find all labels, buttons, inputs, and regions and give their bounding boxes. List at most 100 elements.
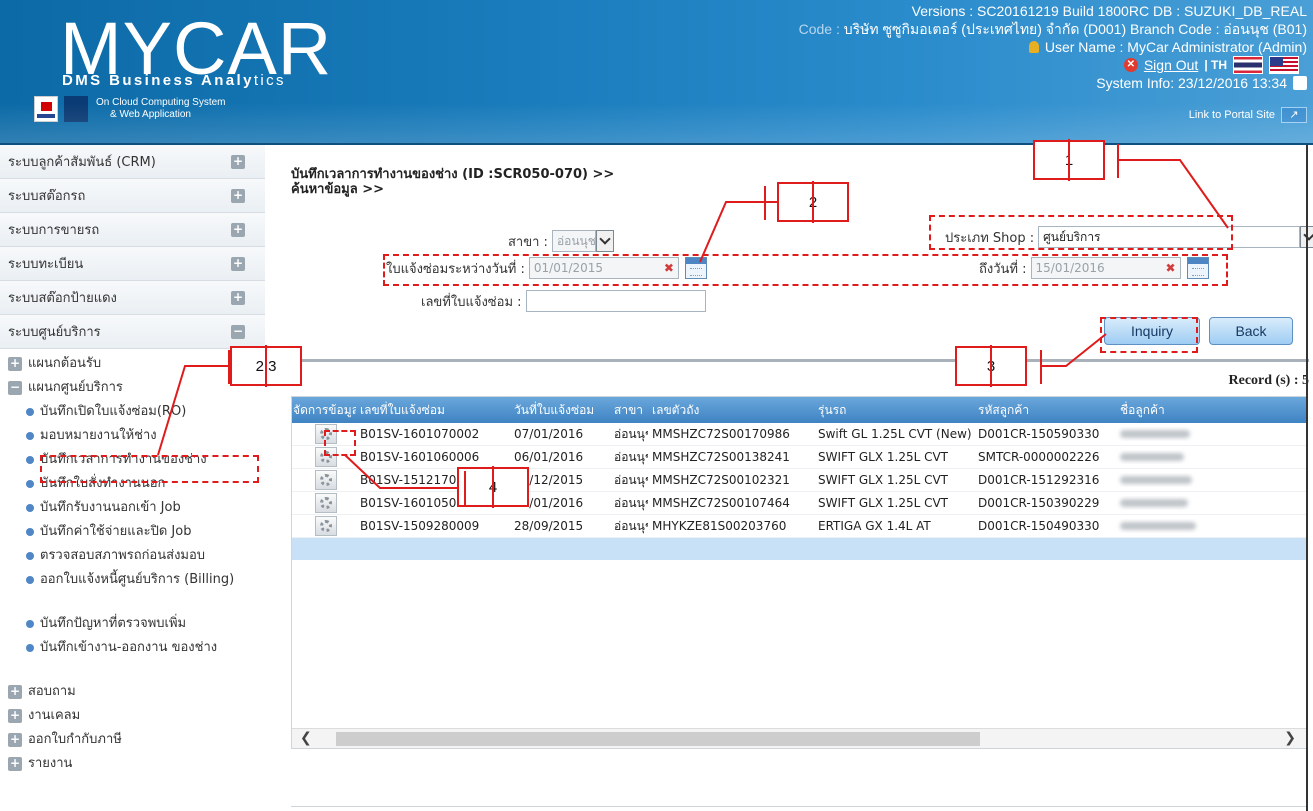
col-header[interactable]: จัดการข้อมูล: [292, 401, 356, 420]
tree-item-reports[interactable]: + รายงาน: [0, 755, 265, 779]
customer-name-redacted: [1116, 519, 1296, 533]
page-border: [1306, 145, 1308, 811]
app-header: MYCAR DMS Business Analytics On Cloud Co…: [0, 0, 1313, 145]
user-icon: [1028, 41, 1039, 53]
expand-icon[interactable]: +: [231, 189, 245, 203]
portal-link-icon[interactable]: ↗: [1281, 107, 1307, 123]
col-header[interactable]: ชื่อลูกค้า: [1116, 401, 1296, 420]
col-header[interactable]: เลขตัวถัง: [648, 401, 814, 420]
col-header[interactable]: สาขา: [610, 401, 648, 420]
sidebar-section-registration[interactable]: ระบบทะเบียน +: [0, 247, 265, 281]
scrollbar-thumb[interactable]: [336, 732, 980, 746]
col-header[interactable]: เลขที่ใบแจ้งซ่อม: [356, 401, 510, 420]
tree-link-assign-job[interactable]: มอบหมายงานให้ช่าง: [0, 427, 265, 451]
horizontal-scrollbar[interactable]: ❮ ❯: [292, 728, 1306, 748]
portal-row[interactable]: Link to Portal Site ↗: [799, 106, 1307, 124]
record-count: Record (s) : 5: [1228, 373, 1309, 388]
highlight-gear: [324, 430, 356, 456]
callout-2: 2: [777, 181, 849, 223]
chevron-left-icon[interactable]: ❮: [300, 731, 312, 745]
us-flag-icon[interactable]: [1269, 56, 1299, 74]
bullet-icon: [26, 576, 34, 584]
page-title: บันทึกเวลาการทำงานของช่าง (ID :SCR050-07…: [291, 167, 615, 197]
tree-link-open-ro[interactable]: บันทึกเปิดใบแจ้งซ่อม(RO): [0, 403, 265, 427]
thai-flag-icon[interactable]: [1233, 56, 1263, 74]
table-row[interactable]: B01SV-1512170008 17/12/2015 อ่อนนุช MMSH…: [292, 469, 1306, 492]
tree-item-service-dept[interactable]: − แผนกศูนย์บริการ: [0, 379, 265, 403]
partner-logo-icon: [64, 96, 88, 122]
grid-header: จัดการข้อมูล เลขที่ใบแจ้งซ่อม วันที่ใบแจ…: [292, 397, 1306, 423]
expand-icon[interactable]: +: [8, 357, 22, 371]
version-info: Versions : SC20161219 Build 1800RC DB : …: [911, 3, 1307, 19]
table-row[interactable]: B01SV-1509280009 28/09/2015 อ่อนนุช MHYK…: [292, 515, 1306, 538]
tree-item-inquiry[interactable]: + สอบถาม: [0, 683, 265, 707]
table-row[interactable]: B01SV-1601070002 07/01/2016 อ่อนนุช MMSH…: [292, 423, 1306, 446]
expand-icon[interactable]: +: [8, 685, 22, 699]
bullet-icon: [26, 528, 34, 536]
sidebar-section-sales[interactable]: ระบบการขายรถ +: [0, 213, 265, 247]
bullet-icon: [26, 644, 34, 652]
highlight-shop-type: [929, 215, 1233, 250]
tree-link-billing[interactable]: ออกใบแจ้งหนี้ศูนย์บริการ (Billing): [0, 571, 265, 615]
col-header[interactable]: รหัสลูกค้า: [974, 401, 1116, 420]
table-row[interactable]: B01SV-1601060006 06/01/2016 อ่อนนุช MMSH…: [292, 446, 1306, 469]
ro-number-input[interactable]: [525, 290, 706, 312]
cloud-caption: On Cloud Computing System & Web Applicat…: [96, 97, 226, 120]
user-info: User Name : MyCar Administrator (Admin): [799, 38, 1307, 56]
callout-2-3: 2.3: [230, 345, 302, 387]
sign-out-link[interactable]: Sign Out: [1144, 56, 1198, 74]
bullet-icon: [26, 432, 34, 440]
expand-icon[interactable]: +: [231, 155, 245, 169]
app-tagline: DMS Business Analytics: [62, 72, 286, 89]
sidebar-section-car-stock[interactable]: ระบบสต๊อกรถ +: [0, 179, 265, 213]
tree-item-tax-invoice[interactable]: + ออกใบกำกับภาษี: [0, 731, 265, 755]
tree-link-receive-outside[interactable]: บันทึกรับงานนอกเข้า Job: [0, 499, 265, 523]
service-tree: + แผนกต้อนรับ − แผนกศูนย์บริการ บันทึกเปิด…: [0, 349, 265, 779]
signout-row: ✕ Sign Out | TH: [799, 56, 1307, 74]
customer-name-redacted: [1116, 427, 1296, 441]
tree-item-claims[interactable]: + งานเคลม: [0, 707, 265, 731]
sidebar-section-crm[interactable]: ระบบลูกค้าสัมพันธ์ (CRM) +: [0, 145, 265, 179]
back-button[interactable]: Back: [1209, 317, 1293, 345]
collapse-icon[interactable]: −: [231, 325, 245, 339]
chevron-down-icon[interactable]: [595, 230, 614, 252]
tree-link-close-job[interactable]: บันทึกค่าใช้จ่ายและปิด Job: [0, 523, 265, 547]
collapse-icon[interactable]: −: [8, 381, 22, 395]
tree-link-check-in-out[interactable]: บันทึกเข้างาน-ออกงาน ของช่าง: [0, 639, 265, 683]
expand-icon[interactable]: +: [8, 733, 22, 747]
table-row[interactable]: B01SV-1601050001 05/01/2016 อ่อนนุช MMSH…: [292, 492, 1306, 515]
lang-th-label[interactable]: | TH: [1204, 56, 1227, 74]
col-header[interactable]: วันที่ใบแจ้งซ่อม: [510, 401, 610, 420]
bullet-icon: [26, 408, 34, 416]
expand-icon[interactable]: +: [231, 257, 245, 271]
expand-icon[interactable]: +: [8, 757, 22, 771]
expand-icon[interactable]: +: [8, 709, 22, 723]
system-info: System Info: 23/12/2016 13:34: [1096, 75, 1287, 91]
chevron-right-icon[interactable]: ❯: [1284, 731, 1296, 745]
footer-divider: [291, 806, 1306, 807]
highlight-date-range: [383, 254, 1228, 286]
branch-label: สาขา :: [508, 234, 548, 250]
portal-link[interactable]: Link to Portal Site: [1189, 106, 1275, 124]
sidebar-section-service[interactable]: ระบบศูนย์บริการ −: [0, 315, 265, 349]
tree-link-extra-issues[interactable]: บันทึกปัญหาที่ตรวจพบเพิ่ม: [0, 615, 265, 639]
sidebar-section-red-plate[interactable]: ระบบสต๊อกป้ายแดง +: [0, 281, 265, 315]
close-icon: ✕: [1123, 58, 1138, 72]
gear-icon[interactable]: [315, 516, 337, 536]
table-row-selected[interactable]: [292, 538, 1306, 560]
ro-number-row: เลขที่ใบแจ้งซ่อม :: [421, 290, 706, 312]
highlight-inquiry: [1100, 317, 1198, 353]
callout-1: 1: [1033, 139, 1105, 181]
tree-link-pre-delivery[interactable]: ตรวจสอบสภาพรถก่อนส่งมอบ: [0, 547, 265, 571]
expand-icon[interactable]: +: [231, 223, 245, 237]
callout-4: 4: [457, 466, 529, 508]
callout-3: 3: [955, 345, 1027, 387]
col-header[interactable]: รุ่นรถ: [814, 401, 974, 420]
bullet-icon: [26, 480, 34, 488]
tree-item-reception[interactable]: + แผนกต้อนรับ: [0, 355, 265, 379]
gear-icon[interactable]: [315, 493, 337, 513]
bullet-icon: [26, 552, 34, 560]
branch-select[interactable]: อ่อนนุช: [551, 230, 596, 252]
gear-icon[interactable]: [315, 470, 337, 490]
expand-icon[interactable]: +: [231, 291, 245, 305]
